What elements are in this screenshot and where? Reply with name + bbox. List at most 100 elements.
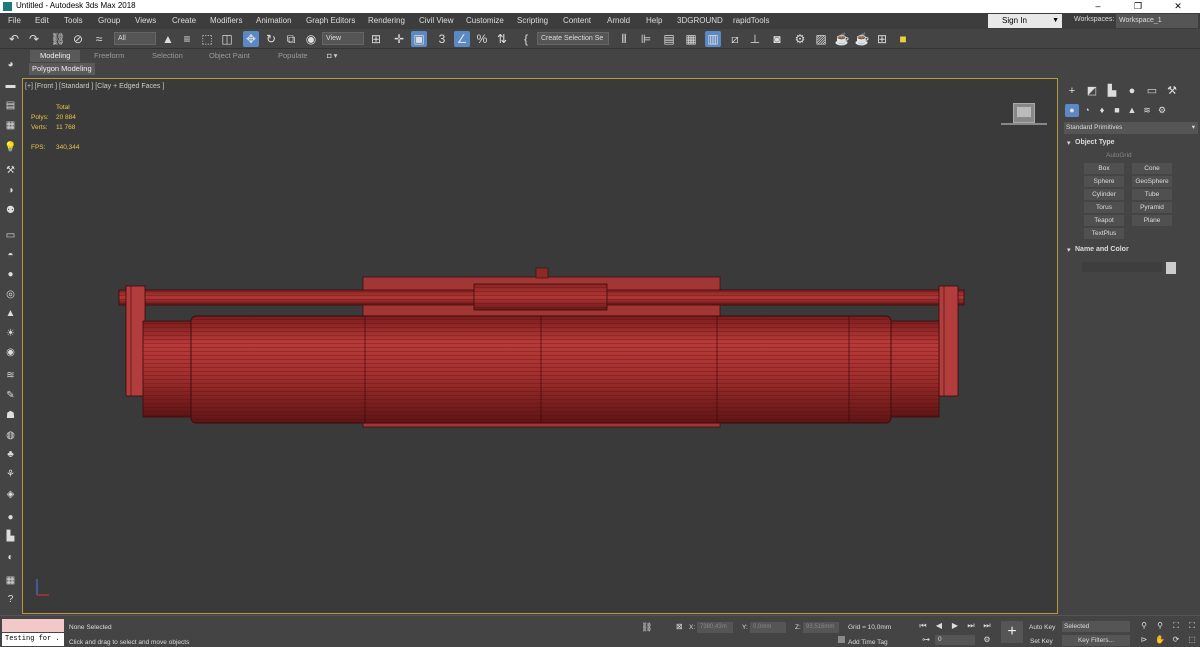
add-time-tag-button[interactable]: Add Time Tag <box>848 639 888 646</box>
animal-icon[interactable]: ⚘ <box>3 468 18 481</box>
tabs-icon[interactable]: ▬ <box>3 79 18 92</box>
edit-named-selection-icon[interactable]: { <box>518 31 534 47</box>
ref-coord-select[interactable]: View <box>322 32 364 45</box>
cone-icon[interactable]: ▲ <box>3 307 18 320</box>
orbit-icon[interactable]: ⟳ <box>1170 634 1182 646</box>
previous-frame-icon[interactable]: ◀ <box>933 620 945 632</box>
maximize-viewport-icon[interactable]: ⬚ <box>1186 634 1198 646</box>
set-keys-icon[interactable]: + <box>1001 621 1023 643</box>
geosphere-button[interactable]: GeoSphere <box>1132 176 1172 187</box>
align-icon[interactable]: ⊫ <box>638 31 654 47</box>
pan-icon[interactable]: ✋ <box>1154 634 1166 646</box>
menu-animation[interactable]: Animation <box>256 16 292 25</box>
keyboard-shortcut-override-icon[interactable]: ▣ <box>411 31 427 47</box>
key-filters-button[interactable]: Key Filters... <box>1062 635 1130 646</box>
rendered-frame-window-icon[interactable]: ▨ <box>813 31 829 47</box>
absolute-mode-icon[interactable]: ⊠ <box>676 622 683 631</box>
menu-group[interactable]: Group <box>98 16 120 25</box>
tab-modeling[interactable]: Modeling <box>30 50 81 62</box>
geometry-icon[interactable]: ● <box>1065 104 1079 117</box>
shapes-icon[interactable]: ◔ <box>1080 104 1094 117</box>
object-name-field[interactable] <box>1082 262 1162 272</box>
grid-layout-icon[interactable]: ▦ <box>3 119 18 132</box>
character-icon[interactable]: ☗ <box>3 409 18 422</box>
maxscript-listener[interactable] <box>2 619 64 632</box>
select-object-icon[interactable]: ▲ <box>160 31 176 47</box>
menu-edit[interactable]: Edit <box>35 16 49 25</box>
utilities-tab-icon[interactable]: ⚒ <box>1164 84 1180 98</box>
render-production-icon[interactable]: ☕ <box>834 31 850 47</box>
minimize-button[interactable]: – <box>1078 0 1118 13</box>
link-icon[interactable]: ⛓ <box>50 31 66 47</box>
workspace-select[interactable]: Workspace_1 <box>1116 14 1198 28</box>
menu-graph-editors[interactable]: Graph Editors <box>306 16 355 25</box>
menu-scripting[interactable]: Scripting <box>517 16 548 25</box>
menu-3dground[interactable]: 3DGROUND <box>677 16 723 25</box>
motion-tab-icon[interactable]: ● <box>1124 84 1140 98</box>
key-mode-icon[interactable]: ⊶ <box>920 634 932 646</box>
undo-icon[interactable]: ↶ <box>6 31 22 47</box>
menu-rendering[interactable]: Rendering <box>368 16 405 25</box>
menu-content[interactable]: Content <box>563 16 591 25</box>
viewport-layout-icon[interactable]: ◕ <box>3 58 18 71</box>
viewport-config-icon[interactable]: ▦ <box>3 574 18 587</box>
menu-tools[interactable]: Tools <box>64 16 83 25</box>
pyramid-button[interactable]: Pyramid <box>1132 202 1172 213</box>
list-icon[interactable]: ▤ <box>3 99 18 112</box>
rock-icon[interactable]: ◈ <box>3 488 18 501</box>
rotate-icon[interactable]: ↻ <box>263 31 279 47</box>
lock-selection-icon[interactable]: ⛓ <box>641 622 652 633</box>
create-tab-icon[interactable]: + <box>1064 84 1080 98</box>
light-icon[interactable]: 💡 <box>3 141 18 154</box>
menu-create[interactable]: Create <box>172 16 196 25</box>
material-editor-icon[interactable]: ◙ <box>769 31 785 47</box>
field-of-view-icon[interactable]: ⊳ <box>1138 634 1150 646</box>
toggle-icon[interactable]: ◐ <box>3 551 18 564</box>
torus-icon[interactable]: ◎ <box>3 288 18 301</box>
render-icon[interactable]: ▙ <box>3 530 18 543</box>
scene-explorer-icon[interactable]: ▤ <box>661 31 677 47</box>
hemisphere-icon[interactable]: ◓ <box>3 249 18 262</box>
placement-icon[interactable]: ◉ <box>303 31 319 47</box>
render-setup-icon[interactable]: ⚙ <box>792 31 808 47</box>
menu-arnold[interactable]: Arnold <box>607 16 630 25</box>
hair-icon[interactable]: ≋ <box>3 369 18 382</box>
zoom-icon[interactable]: ⚲ <box>1138 620 1150 632</box>
menu-views[interactable]: Views <box>135 16 156 25</box>
menu-modifiers[interactable]: Modifiers <box>210 16 242 25</box>
selection-set-select[interactable]: Create Selection Se <box>537 32 609 45</box>
modify-tab-icon[interactable]: ◩ <box>1084 84 1100 98</box>
scale-icon[interactable]: ⧉ <box>283 31 299 47</box>
sphere-button[interactable]: Sphere <box>1084 176 1124 187</box>
select-manipulate-icon[interactable]: ✛ <box>391 31 407 47</box>
tab-populate[interactable]: Populate <box>278 51 308 60</box>
zoom-extents-all-icon[interactable]: ⛶ <box>1186 620 1198 632</box>
unlink-icon[interactable]: ⊘ <box>70 31 86 47</box>
mirror-icon[interactable]: ⫴ <box>616 31 632 47</box>
modifier-icon[interactable]: ◑ <box>3 184 18 197</box>
box-icon[interactable]: ▭ <box>3 229 18 242</box>
tree-icon[interactable]: ♣ <box>3 448 18 461</box>
angle-snap-icon[interactable]: ∠ <box>454 31 470 47</box>
brush-icon[interactable]: ✎ <box>3 389 18 402</box>
material-icon[interactable]: ◉ <box>3 346 18 359</box>
viewport-front[interactable]: [+] [Front ] [Standard ] [Clay + Edged F… <box>22 78 1058 614</box>
tab-selection[interactable]: Selection <box>152 51 183 60</box>
scene-icon[interactable]: ⚉ <box>3 204 18 217</box>
auto-key-select[interactable]: Selected <box>1062 621 1130 632</box>
select-by-name-icon[interactable]: ≡ <box>179 31 195 47</box>
tool-icon[interactable]: ⚒ <box>3 164 18 177</box>
y-coord-field[interactable]: 0,0mm <box>750 622 786 633</box>
lights-icon[interactable]: ♦ <box>1095 104 1109 117</box>
set-key-button[interactable]: Set Key <box>1030 638 1053 645</box>
tab-freeform[interactable]: Freeform <box>94 51 124 60</box>
render-iterative-icon[interactable]: ☕ <box>854 31 870 47</box>
teapot-button[interactable]: Teapot <box>1084 215 1124 226</box>
zoom-extents-icon[interactable]: ⛶ <box>1170 620 1182 632</box>
plane-button[interactable]: Plane <box>1132 215 1172 226</box>
systems-icon[interactable]: ⚙ <box>1155 104 1169 117</box>
shader-ball-icon[interactable]: ● <box>3 511 18 524</box>
menu-civil-view[interactable]: Civil View <box>419 16 454 25</box>
sun-icon[interactable]: ☀ <box>3 327 18 340</box>
play-icon[interactable]: ▶ <box>949 620 961 632</box>
